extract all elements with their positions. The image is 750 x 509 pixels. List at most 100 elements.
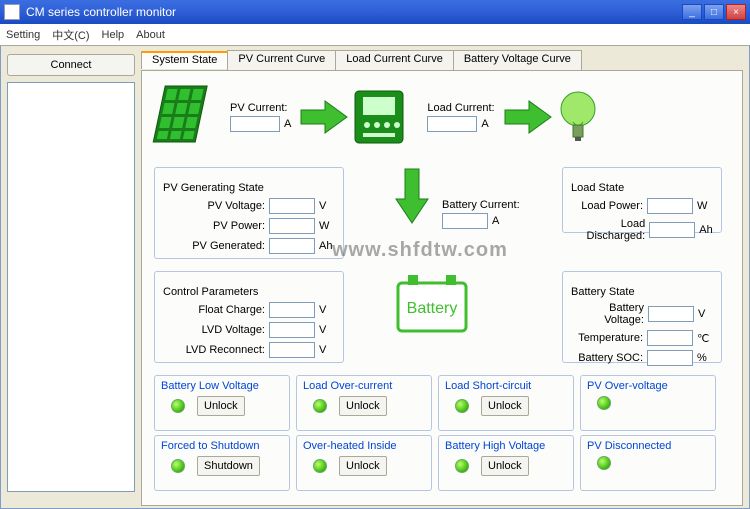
lvd-voltage-unit: V — [319, 324, 335, 336]
load-discharged-field[interactable] — [649, 222, 695, 238]
pv-voltage-field[interactable] — [269, 198, 315, 214]
battst-legend: Battery State — [571, 286, 635, 298]
led-icon — [313, 459, 327, 473]
lvd-voltage-label: LVD Voltage: — [202, 324, 265, 336]
pv-generating-state-group: PV Generating State PV Voltage:V PV Powe… — [154, 167, 344, 259]
alarm-pv-disc-title: PV Disconnected — [587, 440, 709, 452]
menu-about[interactable]: About — [136, 29, 165, 41]
pv-voltage-unit: V — [319, 200, 335, 212]
bulb-icon — [553, 87, 603, 147]
shutdown-button[interactable]: Shutdown — [197, 456, 260, 476]
window-title: CM series controller monitor — [26, 5, 682, 19]
tab-load-current-curve[interactable]: Load Current Curve — [335, 50, 454, 70]
alarm-pv-ov-title: PV Over-voltage — [587, 380, 709, 392]
pv-current-field[interactable] — [230, 116, 280, 132]
lvd-reconnect-unit: V — [319, 344, 335, 356]
battery-current-readout: Battery Current: A — [442, 199, 520, 229]
tab-pv-current-curve[interactable]: PV Current Curve — [227, 50, 336, 70]
battery-voltage-unit: V — [698, 308, 713, 320]
led-icon — [597, 456, 611, 470]
device-treeview[interactable] — [7, 82, 135, 492]
battery-current-unit: A — [492, 215, 499, 227]
tab-system-state[interactable]: System State — [141, 51, 228, 69]
led-icon — [597, 396, 611, 410]
led-icon — [171, 459, 185, 473]
unlock-load-oc-button[interactable]: Unlock — [339, 396, 387, 416]
led-icon — [313, 399, 327, 413]
battery-soc-unit: % — [697, 352, 713, 364]
pv-generated-field[interactable] — [269, 238, 315, 254]
battery-voltage-label: Battery Voltage: — [571, 302, 644, 326]
battery-soc-label: Battery SOC: — [578, 352, 643, 364]
load-current-unit: A — [481, 118, 488, 130]
pv-power-label: PV Power: — [213, 220, 265, 232]
temperature-label: Temperature: — [578, 332, 643, 344]
lvd-reconnect-label: LVD Reconnect: — [186, 344, 265, 356]
tabpanel-system-state: PV Current: A Load Current: A — [141, 70, 743, 506]
watermark: www.shfdtw.com — [332, 239, 508, 262]
float-charge-unit: V — [319, 304, 335, 316]
arrow-right-icon — [299, 97, 349, 137]
led-icon — [455, 459, 469, 473]
alarm-high-v-title: Battery High Voltage — [445, 440, 567, 452]
menubar: Setting 中文(C) Help About — [0, 24, 750, 46]
battery-current-field[interactable] — [442, 213, 488, 229]
pv-generated-label: PV Generated: — [192, 240, 265, 252]
pv-voltage-label: PV Voltage: — [208, 200, 266, 212]
tabs: System State PV Current Curve Load Curre… — [141, 50, 743, 70]
connect-button[interactable]: Connect — [7, 54, 135, 76]
pv-power-field[interactable] — [269, 218, 315, 234]
led-icon — [171, 399, 185, 413]
alarm-load-oc-title: Load Over-current — [303, 380, 425, 392]
pv-generated-unit: Ah — [319, 240, 335, 252]
battery-voltage-field[interactable] — [648, 306, 694, 322]
alarm-low-voltage-title: Battery Low Voltage — [161, 380, 283, 392]
load-power-unit: W — [697, 200, 713, 212]
solar-panel-icon — [152, 82, 212, 152]
close-button[interactable]: × — [726, 4, 746, 20]
menu-chinese[interactable]: 中文(C) — [52, 27, 89, 43]
ctrl-legend: Control Parameters — [163, 286, 258, 298]
load-current-label: Load Current: — [427, 102, 494, 114]
titlebar: CM series controller monitor _ □ × — [0, 0, 750, 24]
alarm-low-voltage: Battery Low Voltage Unlock — [154, 375, 290, 431]
battery-icon: Battery — [392, 271, 472, 336]
alarm-load-shortcircuit: Load Short-circuit Unlock — [438, 375, 574, 431]
svg-text:Battery: Battery — [407, 300, 458, 317]
unlock-overheat-button[interactable]: Unlock — [339, 456, 387, 476]
alarm-forced-shutdown: Forced to Shutdown Shutdown — [154, 435, 290, 491]
arrow-right-icon-2 — [503, 97, 553, 137]
menu-setting[interactable]: Setting — [6, 29, 40, 41]
lvd-reconnect-field[interactable] — [269, 342, 315, 358]
alarm-overheated: Over-heated Inside Unlock — [296, 435, 432, 491]
alarm-load-overcurrent: Load Over-current Unlock — [296, 375, 432, 431]
battery-current-label: Battery Current: — [442, 199, 520, 211]
loadst-legend: Load State — [571, 182, 624, 194]
minimize-button[interactable]: _ — [682, 4, 702, 20]
pv-current-unit: A — [284, 118, 291, 130]
led-icon — [455, 399, 469, 413]
lvd-voltage-field[interactable] — [269, 322, 315, 338]
battery-state-group: Battery State Battery Voltage: V Temperat… — [562, 271, 722, 363]
pv-current-label: PV Current: — [230, 102, 287, 114]
menu-help[interactable]: Help — [102, 29, 125, 41]
load-discharged-label: Load Discharged: — [571, 218, 645, 242]
unlock-load-sc-button[interactable]: Unlock — [481, 396, 529, 416]
float-charge-label: Float Charge: — [198, 304, 265, 316]
temperature-field[interactable] — [647, 330, 693, 346]
alarm-forced-title: Forced to Shutdown — [161, 440, 283, 452]
float-charge-field[interactable] — [269, 302, 315, 318]
unlock-high-v-button[interactable]: Unlock — [481, 456, 529, 476]
load-current-field[interactable] — [427, 116, 477, 132]
load-power-label: Load Power: — [581, 200, 643, 212]
controller-icon — [349, 87, 409, 147]
unlock-low-voltage-button[interactable]: Unlock — [197, 396, 245, 416]
battery-soc-field[interactable] — [647, 350, 693, 366]
maximize-button[interactable]: □ — [704, 4, 724, 20]
alarm-pv-disconnected: PV Disconnected — [580, 435, 716, 491]
load-power-field[interactable] — [647, 198, 693, 214]
temperature-unit: ℃ — [697, 332, 713, 345]
load-state-group: Load State Load Power:W Load Discharged:… — [562, 167, 722, 233]
control-parameters-group: Control Parameters Float Charge: V LVD Vo… — [154, 271, 344, 363]
tab-battery-voltage-curve[interactable]: Battery Voltage Curve — [453, 50, 582, 70]
